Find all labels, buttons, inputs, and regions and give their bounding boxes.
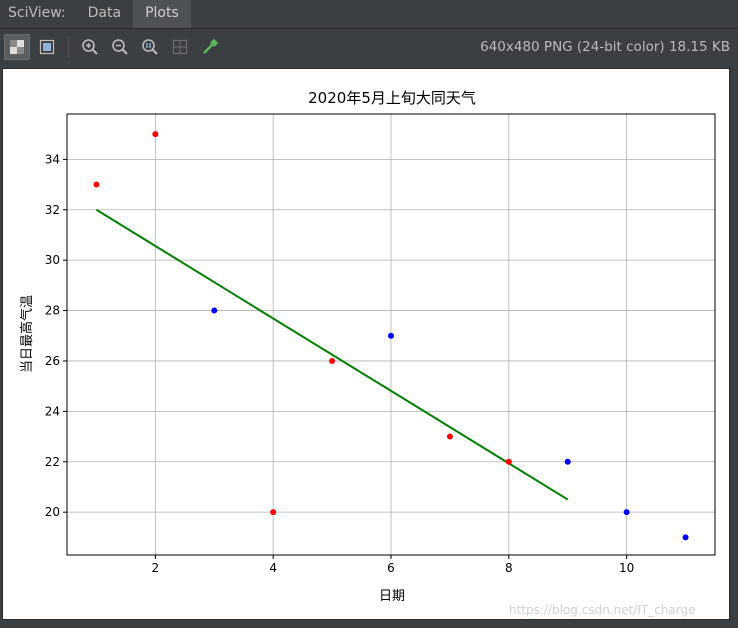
color-picker-icon	[203, 39, 218, 54]
x-axis-label: 日期	[379, 589, 405, 604]
chart-title: 2020年5月上旬大同天气	[308, 89, 476, 107]
y-tick-label: 32	[45, 203, 60, 217]
data-point	[505, 458, 512, 465]
zoom-in-icon	[82, 39, 98, 55]
y-tick-label: 28	[45, 304, 60, 318]
actual-size-button[interactable]	[137, 34, 163, 60]
grid-toggle-button[interactable]	[167, 34, 193, 60]
checkerboard-background-icon	[10, 40, 24, 54]
data-point	[446, 433, 453, 440]
y-tick-label: 20	[45, 505, 60, 519]
x-tick-label: 10	[619, 561, 634, 575]
y-tick-label: 34	[45, 152, 60, 166]
fit-frame-button[interactable]	[34, 34, 60, 60]
y-tick-label: 22	[45, 455, 60, 469]
plot-toolbar: 640x480 PNG (24-bit color) 18.15 KB	[0, 29, 738, 65]
data-point	[152, 131, 159, 138]
app-title: SciView:	[8, 5, 66, 21]
x-tick-label: 8	[505, 561, 513, 575]
toolbar-separator	[68, 36, 69, 58]
plot-image-viewer[interactable]: 2 4 6 8 10 20 22 24 26 28 30 32 34 2020年5月上旬大同天气 日期 …	[2, 68, 730, 620]
data-point	[93, 181, 100, 188]
data-point	[564, 458, 571, 465]
zoom-out-icon	[112, 39, 128, 55]
zoom-in-button[interactable]	[77, 34, 103, 60]
trend-line	[95, 208, 569, 501]
y-tick-label: 26	[45, 354, 60, 368]
watermark-text: https://blog.csdn.net/IT_charge	[509, 603, 696, 617]
bottom-strip	[0, 620, 738, 628]
grid-toggle-icon	[172, 39, 188, 55]
tab-plots[interactable]: Plots	[133, 0, 191, 28]
fit-line	[95, 208, 569, 501]
data-point	[682, 534, 689, 541]
fit-frame-icon	[39, 39, 55, 55]
y-tick-label: 30	[45, 253, 60, 267]
actual-size-icon	[142, 39, 158, 55]
y-axis-label: 当日最高气温	[19, 295, 35, 373]
data-point	[623, 509, 630, 516]
x-tick-label: 6	[387, 561, 395, 575]
data-point	[388, 332, 394, 339]
data-point	[211, 307, 218, 314]
color-picker-button[interactable]	[197, 34, 223, 60]
x-tick-label: 4	[269, 561, 277, 575]
data-point	[329, 357, 336, 364]
scatter-chart: 2 4 6 8 102022242628303234 2020年5月上旬大同天气 日期 …	[19, 89, 716, 617]
zoom-out-button[interactable]	[107, 34, 133, 60]
checkerboard-background-button[interactable]	[4, 34, 30, 60]
x-tick-label: 2	[152, 561, 160, 575]
tool-window-tabbar: SciView: Data Plots	[0, 0, 738, 29]
y-tick-label: 24	[45, 404, 60, 418]
tab-data[interactable]: Data	[76, 0, 133, 28]
data-point	[270, 509, 277, 516]
image-info: 640x480 PNG (24-bit color) 18.15 KB	[480, 39, 730, 55]
axes: 2 4 6 8 102022242628303234	[45, 113, 716, 575]
